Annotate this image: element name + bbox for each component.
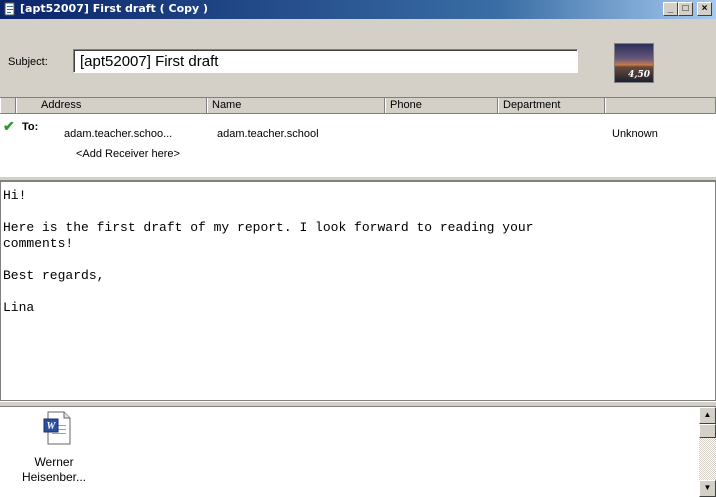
column-status[interactable] <box>605 98 716 113</box>
subject-label: Subject: <box>8 56 48 68</box>
attachments-area[interactable]: W Werner Heisenber... ▲ ▼ <box>0 407 716 497</box>
message-line: Hi! <box>3 188 27 203</box>
message-line: Best regards, <box>3 268 105 283</box>
scroll-up-button[interactable]: ▲ <box>699 407 716 424</box>
close-button[interactable]: × <box>697 2 712 16</box>
add-receiver-placeholder[interactable]: <Add Receiver here> <box>76 148 180 160</box>
title-bar: [apt52007] First draft ( Copy ) _ □ × <box>0 0 716 19</box>
vertical-scrollbar[interactable]: ▲ ▼ <box>699 407 716 497</box>
column-department[interactable]: Department <box>498 98 605 113</box>
message-line: Lina <box>3 300 35 315</box>
recipients-list[interactable]: Address Name Phone Department ✔ To: adam… <box>0 97 716 177</box>
word-document-icon: W <box>43 411 71 445</box>
scroll-thumb[interactable] <box>699 424 716 438</box>
column-address[interactable]: Address <box>16 98 207 113</box>
message-line: Here is the first draft of my report. I … <box>3 220 534 251</box>
column-name[interactable]: Name <box>207 98 385 113</box>
recipient-address: adam.teacher.schoo... <box>64 128 173 140</box>
recipients-header: Address Name Phone Department <box>0 98 716 114</box>
scroll-track[interactable] <box>699 438 716 480</box>
document-icon <box>4 2 15 16</box>
thumbnail-label: 4,50 <box>628 70 650 80</box>
maximize-button[interactable]: □ <box>678 2 693 16</box>
subject-input[interactable]: [apt52007] First draft <box>73 49 578 73</box>
minimize-button[interactable]: _ <box>663 2 678 16</box>
scroll-down-button[interactable]: ▼ <box>699 480 716 497</box>
column-phone[interactable]: Phone <box>385 98 498 113</box>
subject-panel: Subject: [apt52007] First draft 4,50 <box>0 19 716 97</box>
svg-text:W: W <box>47 421 57 432</box>
attachment-name: Werner Heisenber... <box>21 455 87 484</box>
check-icon: ✔ <box>3 118 15 134</box>
column-spacer <box>0 98 16 113</box>
thumbnail-image[interactable]: 4,50 <box>614 43 654 83</box>
message-body[interactable]: Hi! Here is the first draft of my report… <box>0 181 716 401</box>
window-title: [apt52007] First draft ( Copy ) <box>20 2 209 15</box>
recipient-type: To: <box>22 121 39 133</box>
recipient-name: adam.teacher.school <box>217 128 319 140</box>
recipient-status: Unknown <box>612 128 658 140</box>
